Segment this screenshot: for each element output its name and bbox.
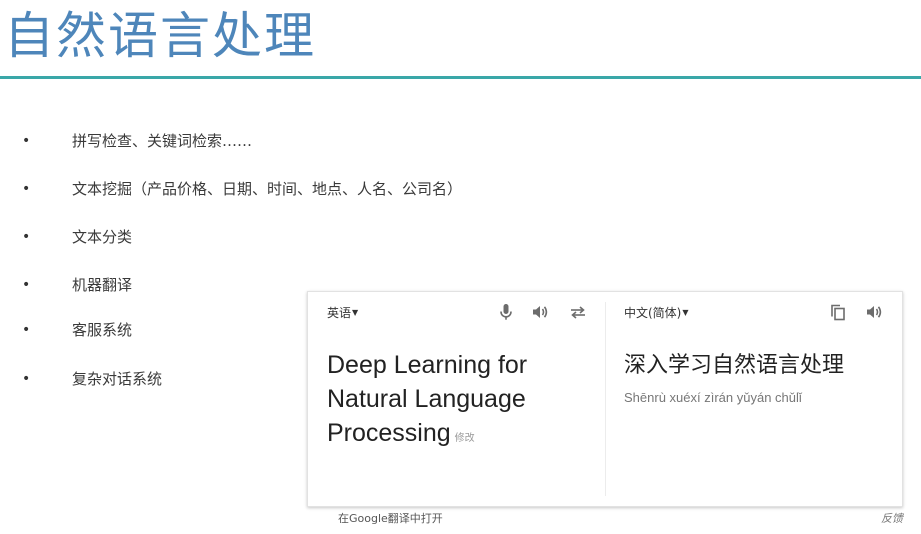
source-text-content: Deep Learning for Natural Language Proce…: [327, 351, 528, 447]
bullet-text: 客服系统: [72, 321, 133, 339]
microphone-icon[interactable]: [496, 302, 516, 322]
caret-down-icon: ▼: [352, 308, 359, 317]
translate-card: 英语▼ Deep Learning for Natural Language P…: [307, 291, 903, 507]
bullet-text: 机器翻译: [72, 276, 133, 294]
source-language-label: 英语: [327, 306, 352, 320]
target-language-select[interactable]: 中文(简体)▼: [624, 304, 689, 322]
bullet-marker: •: [22, 371, 31, 387]
translated-text: 深入学习自然语言处理: [624, 353, 845, 378]
list-item: • 拼写检查、关键词检索……: [0, 128, 560, 154]
pinyin-text: Shēnrù xuéxí zìrán yǔyán chǔlǐ: [624, 390, 802, 405]
pane-divider: [605, 302, 606, 496]
bullet-marker: •: [22, 229, 31, 245]
bullet-text: 拼写检查、关键词检索……: [72, 132, 253, 150]
bullet-text: 文本分类: [72, 228, 133, 246]
source-language-select[interactable]: 英语▼: [327, 304, 358, 322]
target-language-label: 中文(简体): [624, 306, 682, 320]
bullet-marker: •: [22, 277, 31, 293]
bullet-marker: •: [22, 133, 31, 149]
copy-icon[interactable]: [828, 302, 848, 322]
swap-languages-icon[interactable]: [568, 302, 588, 322]
speaker-icon[interactable]: [530, 302, 550, 322]
bullet-text: 复杂对话系统: [72, 370, 163, 388]
list-item: • 文本分类: [0, 224, 560, 250]
slide-title: 自然语言处理: [4, 7, 316, 65]
bullet-marker: •: [22, 322, 31, 338]
open-in-google-translate-link[interactable]: 在Google翻译中打开: [338, 511, 443, 527]
feedback-link[interactable]: 反馈: [881, 511, 903, 527]
source-text: Deep Learning for Natural Language Proce…: [327, 348, 587, 456]
speaker-icon[interactable]: [864, 302, 884, 322]
bullet-marker: •: [22, 181, 31, 197]
edit-link[interactable]: 修改: [455, 433, 475, 444]
caret-down-icon: ▼: [682, 308, 689, 317]
list-item: • 文本挖掘（产品价格、日期、时间、地点、人名、公司名）: [0, 176, 560, 202]
bullet-text: 文本挖掘（产品价格、日期、时间、地点、人名、公司名）: [72, 180, 463, 198]
title-divider: [0, 76, 921, 79]
